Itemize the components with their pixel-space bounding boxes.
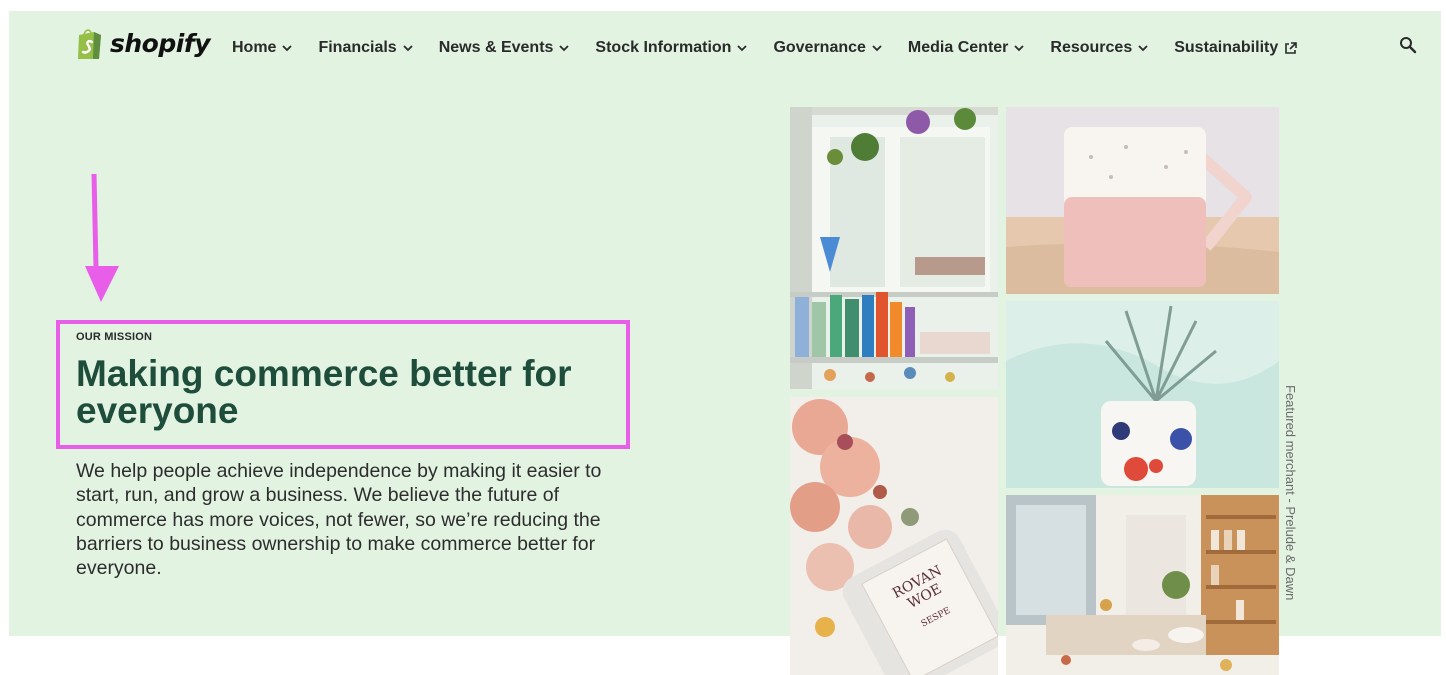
mission-body: We help people achieve independence by m… [76,460,602,580]
mission-eyebrow: OUR MISSION [76,331,153,343]
search-icon[interactable] [1399,36,1417,54]
nav-item-home[interactable]: Home [232,39,293,57]
featured-merchant-credit: Featured merchant - Prelude & Dawn [1283,385,1303,605]
chevron-down-icon [403,44,413,51]
chevron-down-icon [872,44,882,51]
external-link-icon [1285,41,1298,54]
nav-item-label: Financials [318,39,397,56]
chevron-down-icon [737,44,748,51]
photo-pink-mug [1006,107,1279,294]
shopify-logo[interactable]: shopify [76,27,211,60]
nav-item-media-center[interactable]: Media Center [907,39,1025,57]
primary-nav: Home Financials News & Events Stock Info… [232,36,1323,60]
nav-item-sustainability[interactable]: Sustainability [1174,39,1298,57]
chevron-down-icon [1014,44,1025,51]
photo-shop-interior [790,107,998,389]
shopping-bag-icon [78,29,101,59]
nav-item-financials[interactable]: Financials [318,39,413,57]
logo-wordmark: shopify [110,29,211,58]
mission-headline: Making commerce better for everyone [76,353,572,431]
photo-shop-shelves [1006,495,1279,675]
credit-text: Featured merchant - Prelude & Dawn [1283,385,1298,601]
chevron-down-icon [282,44,293,51]
nav-item-stock-information[interactable]: Stock Information [595,39,748,57]
photo-bath-salts-jar: ROVAN WOE SESPE [790,397,998,675]
chevron-down-icon [559,44,570,51]
down-arrow-annotation [85,173,119,302]
nav-item-label: News & Events [438,39,554,56]
nav-item-news-events[interactable]: News & Events [439,39,570,57]
nav-item-label: Sustainability [1174,39,1279,56]
chevron-down-icon [1138,44,1148,51]
nav-item-resources[interactable]: Resources [1050,39,1148,57]
nav-item-label: Home [232,39,277,56]
nav-item-label: Resources [1050,39,1133,56]
nav-item-label: Stock Information [595,39,732,56]
nav-item-label: Media Center [907,39,1009,56]
photo-plant-pot [1006,301,1279,488]
nav-item-label: Governance [773,39,866,56]
nav-item-governance[interactable]: Governance [773,39,882,57]
